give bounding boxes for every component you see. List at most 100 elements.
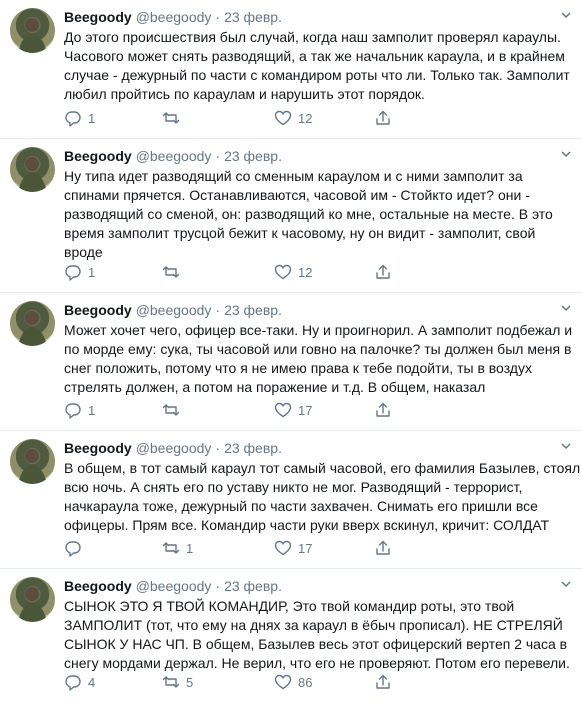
tweet-date[interactable]: 23 февр. bbox=[224, 439, 282, 458]
tweet-text-line: начкараула тоже, дежурный по части захва… bbox=[64, 498, 538, 514]
tweet-text-line: случае - дежурный по части с командиром … bbox=[64, 67, 570, 83]
avatar[interactable] bbox=[10, 439, 55, 484]
share-button[interactable] bbox=[374, 673, 404, 691]
share-icon bbox=[376, 674, 390, 689]
separator-dot: · bbox=[215, 578, 221, 594]
heart-icon bbox=[274, 110, 292, 126]
reply-count: 1 bbox=[88, 110, 96, 126]
separator-dot: · bbox=[215, 302, 221, 318]
tweet-text-line: Ну типа идет разводящий со сменным карау… bbox=[64, 168, 523, 184]
tweet-text-line: СЫНОК ЭТО Я ТВОЙ КОМАНДИР, Это твой кома… bbox=[64, 598, 515, 614]
tweet-header: Beegoody @beegoody · 23 февр. bbox=[64, 147, 572, 166]
reply-button[interactable]: 4 bbox=[64, 673, 146, 691]
like-button[interactable]: 17 bbox=[274, 401, 374, 419]
avatar[interactable] bbox=[10, 301, 55, 346]
retweet-button[interactable] bbox=[162, 401, 278, 419]
tweet[interactable]: Beegoody @beegoody · 23 февр. Ну типа ид… bbox=[0, 139, 582, 293]
author-name[interactable]: Beegoody bbox=[64, 301, 132, 320]
tweet-text-line: всю ночь. А снять его по уставу никто не… bbox=[64, 479, 523, 495]
retweet-button[interactable]: 5 bbox=[162, 673, 278, 691]
tweet[interactable]: Beegoody @beegoody · 23 февр. До этого п… bbox=[0, 0, 582, 139]
tweet-text-line: спинами прячется. Останавливаются, часов… bbox=[64, 187, 530, 203]
tweet-date[interactable]: 23 февр. bbox=[224, 301, 282, 320]
separator-dot: · bbox=[215, 9, 221, 25]
separator-dot: · bbox=[215, 440, 221, 456]
chevron-down-icon[interactable] bbox=[560, 440, 572, 452]
author-handle[interactable]: @beegoody bbox=[136, 147, 212, 166]
retweet-button[interactable] bbox=[162, 263, 278, 281]
tweet-actions: 1 17 bbox=[64, 538, 404, 558]
chevron-down-icon[interactable] bbox=[560, 9, 572, 21]
tweet-actions: 1 17 bbox=[64, 400, 404, 420]
author-handle[interactable]: @beegoody bbox=[136, 8, 212, 27]
chevron-down-icon[interactable] bbox=[560, 302, 572, 314]
tweet-text: СЫНОК ЭТО Я ТВОЙ КОМАНДИР, Это твой кома… bbox=[64, 597, 576, 673]
avatar[interactable] bbox=[10, 8, 55, 53]
tweet-actions: 1 12 bbox=[64, 108, 404, 128]
share-icon bbox=[376, 110, 390, 125]
chevron-down-icon[interactable] bbox=[560, 148, 572, 160]
tweet-date[interactable]: 23 февр. bbox=[224, 577, 282, 596]
share-button[interactable] bbox=[374, 263, 404, 281]
author-name[interactable]: Beegoody bbox=[64, 439, 132, 458]
reply-button[interactable] bbox=[64, 539, 146, 557]
tweet-text-line: время замполит трусцой бежит к часовому,… bbox=[64, 225, 536, 241]
like-count: 12 bbox=[298, 264, 313, 280]
tweet-feed: Beegoody @beegoody · 23 февр. До этого п… bbox=[0, 0, 582, 702]
retweet-icon bbox=[162, 676, 180, 688]
share-button[interactable] bbox=[374, 539, 404, 557]
tweet[interactable]: Beegoody @beegoody · 23 февр. СЫНОК ЭТО … bbox=[0, 569, 582, 702]
tweet-text-line: До этого происшествия был случай, когда … bbox=[64, 29, 561, 45]
tweet-text-line: офицеры. Прям все. Командир части руки в… bbox=[64, 517, 550, 533]
share-icon bbox=[376, 402, 390, 417]
share-icon bbox=[376, 540, 390, 555]
retweet-icon bbox=[162, 404, 180, 416]
reply-icon bbox=[65, 111, 81, 127]
author-name[interactable]: Beegoody bbox=[64, 8, 132, 27]
like-button[interactable]: 86 bbox=[274, 673, 374, 691]
tweet-header: Beegoody @beegoody · 23 февр. bbox=[64, 8, 572, 27]
tweet-text: Может хочет чего, офицер все-таки. Ну и … bbox=[64, 321, 576, 397]
tweet-date[interactable]: 23 февр. bbox=[224, 8, 282, 27]
tweet[interactable]: Beegoody @beegoody · 23 февр. В общем, в… bbox=[0, 431, 582, 569]
tweet-text-line: снег положить, потому что я не имею прав… bbox=[64, 360, 532, 376]
tweet-text-line: Часового может снять разводящий, а так ж… bbox=[64, 48, 565, 64]
like-button[interactable]: 12 bbox=[274, 109, 374, 127]
like-count: 86 bbox=[298, 674, 313, 690]
tweet[interactable]: Beegoody @beegoody · 23 февр. Может хоче… bbox=[0, 293, 582, 431]
tweet-date[interactable]: 23 февр. bbox=[224, 147, 282, 166]
reply-button[interactable]: 1 bbox=[64, 263, 146, 281]
reply-count: 4 bbox=[88, 674, 96, 690]
tweet-text-line: разводящий со сменой, он: разводящий ко … bbox=[64, 206, 553, 222]
author-name[interactable]: Beegoody bbox=[64, 577, 132, 596]
retweet-count: 5 bbox=[186, 674, 194, 690]
tweet-text-line: Может хочет чего, офицер все-таки. Ну и … bbox=[64, 322, 573, 338]
avatar[interactable] bbox=[10, 147, 55, 192]
share-button[interactable] bbox=[374, 109, 404, 127]
reply-button[interactable]: 1 bbox=[64, 401, 146, 419]
like-button[interactable]: 12 bbox=[274, 263, 374, 281]
avatar[interactable] bbox=[10, 577, 55, 622]
heart-icon bbox=[274, 540, 292, 556]
tweet-text-line: СЫНОК У НАС ЧП. В общем, Базылев весь эт… bbox=[64, 636, 568, 652]
like-count: 17 bbox=[298, 402, 313, 418]
retweet-icon bbox=[162, 266, 180, 278]
author-handle[interactable]: @beegoody bbox=[136, 439, 212, 458]
reply-button[interactable]: 1 bbox=[64, 109, 146, 127]
like-button[interactable]: 17 bbox=[274, 539, 374, 557]
like-count: 12 bbox=[298, 110, 313, 126]
retweet-button[interactable] bbox=[162, 109, 278, 127]
tweet-text: В общем, в тот самый караул тот самый ча… bbox=[64, 459, 580, 535]
tweet-header: Beegoody @beegoody · 23 февр. bbox=[64, 439, 572, 458]
author-name[interactable]: Beegoody bbox=[64, 147, 132, 166]
tweet-text-line: по морде ему: сука, ты часовой или говно… bbox=[64, 341, 572, 357]
like-count: 17 bbox=[298, 540, 313, 556]
chevron-down-icon[interactable] bbox=[560, 578, 572, 590]
retweet-icon bbox=[162, 112, 180, 124]
author-handle[interactable]: @beegoody bbox=[136, 577, 212, 596]
reply-count: 1 bbox=[88, 264, 96, 280]
share-button[interactable] bbox=[374, 401, 404, 419]
share-icon bbox=[376, 264, 390, 279]
author-handle[interactable]: @beegoody bbox=[136, 301, 212, 320]
retweet-button[interactable]: 1 bbox=[162, 539, 278, 557]
